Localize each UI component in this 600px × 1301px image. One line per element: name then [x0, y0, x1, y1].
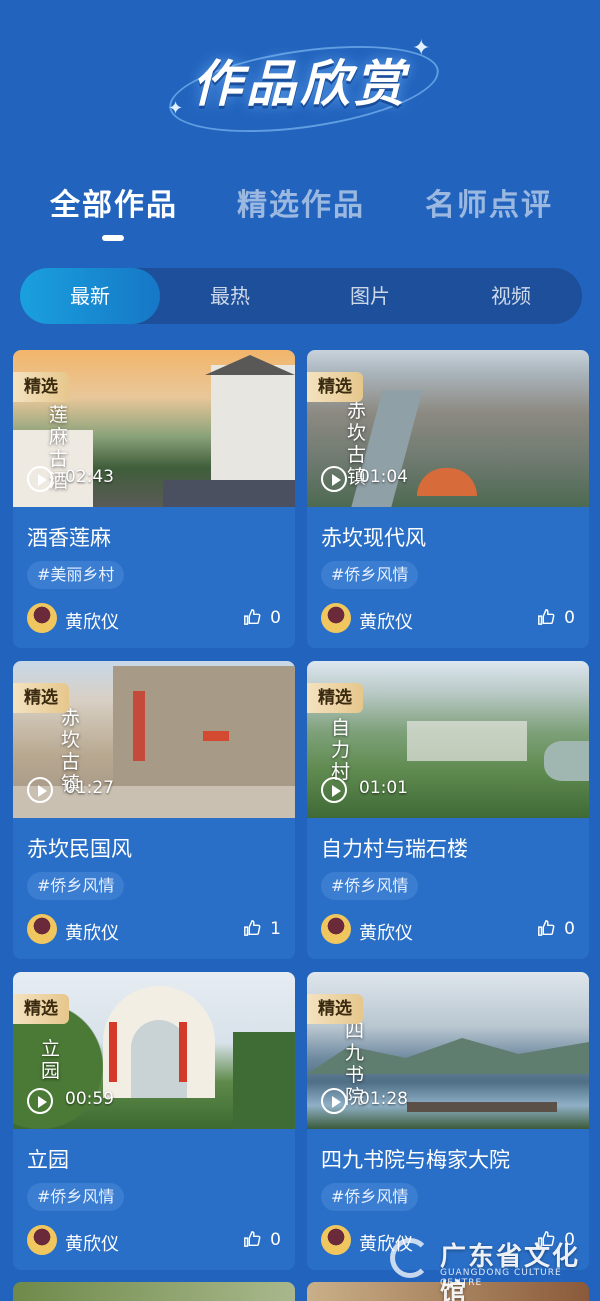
featured-badge: 精选: [307, 372, 363, 402]
work-card[interactable]: 自力村 精选 01:01 自力村与瑞石楼 #侨乡风情 黄欣仪 0: [307, 661, 589, 959]
author-name[interactable]: 黄欣仪: [65, 919, 119, 945]
play-icon[interactable]: [321, 1088, 347, 1114]
topic-tag[interactable]: #侨乡风情: [321, 1183, 419, 1211]
tab-expert-review[interactable]: 名师点评: [425, 180, 553, 224]
work-card[interactable]: 四九书院 精选 01:28 四九书院与梅家大院 #侨乡风情 黄欣仪 0: [307, 972, 589, 1270]
author-name[interactable]: 黄欣仪: [65, 1230, 119, 1256]
page-header: 作品欣赏 ✦ ✦: [0, 0, 600, 150]
avatar[interactable]: [27, 603, 57, 633]
featured-badge: 精选: [307, 994, 363, 1024]
author-name[interactable]: 黄欣仪: [359, 608, 413, 634]
work-title[interactable]: 酒香莲麻: [27, 522, 111, 552]
work-title[interactable]: 四九书院与梅家大院: [321, 1144, 510, 1174]
thumbs-up-icon[interactable]: [243, 919, 261, 937]
avatar[interactable]: [27, 914, 57, 944]
like-count: 0: [270, 608, 281, 628]
video-duration: 01:27: [65, 778, 114, 798]
work-card[interactable]: 赤坎古镇 精选 01:04 赤坎现代风 #侨乡风情 黄欣仪 0: [307, 350, 589, 648]
filter-hottest[interactable]: 最热: [160, 268, 300, 324]
sparkle-icon: ✦: [412, 36, 431, 61]
main-tab-bar: 全部作品 精选作品 名师点评: [0, 180, 600, 250]
filter-videos[interactable]: 视频: [441, 268, 581, 324]
active-tab-indicator: [102, 235, 124, 241]
like-count: 1: [270, 919, 281, 939]
overlay-calligraphy: 自力村: [331, 717, 351, 783]
filter-latest[interactable]: 最新: [20, 268, 160, 324]
play-icon[interactable]: [321, 466, 347, 492]
work-title[interactable]: 立园: [27, 1144, 69, 1174]
next-card-peek[interactable]: [13, 1282, 295, 1301]
featured-badge: 精选: [307, 683, 363, 713]
sort-filter-bar: 最新 最热 图片 视频: [20, 268, 582, 324]
watermark-logo-icon: [390, 1238, 430, 1278]
video-duration: 01:28: [359, 1089, 408, 1109]
watermark-subtitle: GUANGDONG CULTURE CENTRE: [440, 1268, 562, 1288]
topic-tag[interactable]: #侨乡风情: [27, 1183, 125, 1211]
work-title[interactable]: 赤坎民国风: [27, 833, 132, 863]
author-name[interactable]: 黄欣仪: [65, 608, 119, 634]
thumbs-up-icon[interactable]: [537, 919, 555, 937]
play-icon[interactable]: [27, 466, 53, 492]
play-icon[interactable]: [321, 777, 347, 803]
featured-badge: 精选: [13, 372, 69, 402]
play-icon[interactable]: [27, 777, 53, 803]
play-icon[interactable]: [27, 1088, 53, 1114]
work-card[interactable]: 莲麻古酒 精选 02:43 酒香莲麻 #美丽乡村 黄欣仪 0: [13, 350, 295, 648]
like-count: 0: [564, 608, 575, 628]
tab-all-works[interactable]: 全部作品: [50, 180, 178, 224]
avatar[interactable]: [27, 1225, 57, 1255]
video-duration: 01:04: [359, 467, 408, 487]
video-duration: 01:01: [359, 778, 408, 798]
featured-badge: 精选: [13, 994, 69, 1024]
tab-featured-works[interactable]: 精选作品: [237, 180, 365, 224]
work-card[interactable]: 立园 精选 00:59 立园 #侨乡风情 黄欣仪 0: [13, 972, 295, 1270]
work-title[interactable]: 赤坎现代风: [321, 522, 426, 552]
topic-tag[interactable]: #美丽乡村: [27, 561, 125, 589]
topic-tag[interactable]: #侨乡风情: [321, 561, 419, 589]
overlay-calligraphy: 立园: [41, 1038, 61, 1082]
video-duration: 02:43: [65, 467, 114, 487]
page-title: 作品欣赏: [192, 55, 408, 113]
like-count: 0: [270, 1230, 281, 1250]
avatar[interactable]: [321, 603, 351, 633]
avatar[interactable]: [321, 914, 351, 944]
author-name[interactable]: 黄欣仪: [359, 919, 413, 945]
filter-images[interactable]: 图片: [300, 268, 440, 324]
work-card[interactable]: 赤坎古镇 精选 01:27 赤坎民国风 #侨乡风情 黄欣仪 1: [13, 661, 295, 959]
featured-badge: 精选: [13, 683, 69, 713]
topic-tag[interactable]: #侨乡风情: [321, 872, 419, 900]
sparkle-icon: ✦: [168, 98, 184, 119]
thumbs-up-icon[interactable]: [243, 1230, 261, 1248]
avatar[interactable]: [321, 1225, 351, 1255]
video-duration: 00:59: [65, 1089, 114, 1109]
topic-tag[interactable]: #侨乡风情: [27, 872, 125, 900]
thumbs-up-icon[interactable]: [537, 608, 555, 626]
work-title[interactable]: 自力村与瑞石楼: [321, 833, 468, 863]
like-count: 0: [564, 919, 575, 939]
thumbs-up-icon[interactable]: [243, 608, 261, 626]
